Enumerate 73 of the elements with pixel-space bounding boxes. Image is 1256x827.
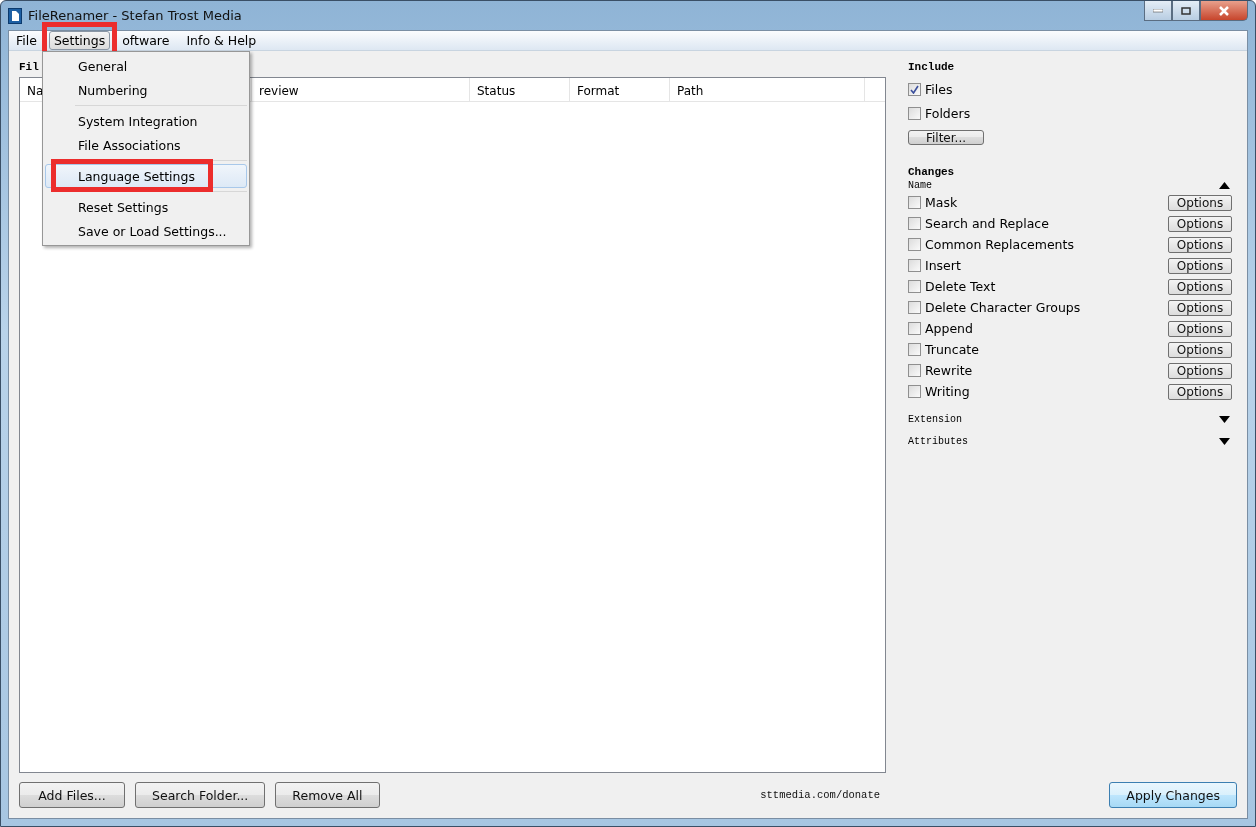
close-icon [1218,5,1230,16]
menu-entry[interactable]: File Associations [45,133,247,157]
options-button[interactable]: Options [1168,362,1232,379]
checkbox-label: Common Replacements [925,237,1074,252]
options-button[interactable]: Options [1168,299,1232,316]
column-header[interactable]: review [252,78,470,101]
toolbar-button[interactable]: Add Files... [19,782,125,808]
checkbox[interactable] [908,82,921,96]
menu-entry[interactable]: Reset Settings [45,195,247,219]
checkbox[interactable] [908,106,921,120]
donate-link[interactable]: sttmedia.com/donate [760,789,880,801]
options-button[interactable]: Options [1168,383,1232,400]
section-label: Extension [908,413,962,425]
checkbox[interactable] [908,259,921,272]
menu-entry[interactable]: General [45,54,247,78]
section-label: Attributes [908,435,968,447]
checkbox[interactable] [908,238,921,251]
window-title: FileRenamer - Stefan Trost Media [28,8,242,23]
apply-changes-button[interactable]: Apply Changes [1109,782,1237,808]
include-heading: Include [908,61,955,73]
maximize-icon [1181,6,1191,15]
checkbox[interactable] [908,280,921,293]
toolbar-button[interactable]: Search Folder... [135,782,266,808]
options-button[interactable]: Options [1168,236,1232,253]
section-header[interactable]: Extension [908,408,1237,430]
column-header[interactable]: Format [570,78,670,101]
minimize-icon [1153,8,1163,13]
close-button[interactable] [1200,1,1248,21]
options-button[interactable]: Options [1168,257,1232,274]
app-icon [8,7,22,24]
checkbox-label: Delete Character Groups [925,300,1081,315]
menu-item[interactable]: Settings [48,31,111,50]
menu-entry[interactable]: Save or Load Settings... [45,219,247,243]
checkbox[interactable] [908,217,921,230]
checkbox[interactable] [908,196,921,209]
files-heading: Fil [19,61,39,73]
options-button[interactable]: Options [1168,320,1232,337]
checkbox-label: Rewrite [925,363,973,378]
menu-entry[interactable]: System Integration [45,109,247,133]
minimize-button[interactable] [1144,1,1172,21]
section-header[interactable]: Attributes [908,430,1237,452]
maximize-button[interactable] [1172,1,1200,21]
column-header[interactable]: Status [470,78,570,101]
checkbox[interactable] [908,364,921,377]
menu-entry[interactable]: Numbering [45,78,247,102]
options-button[interactable]: Options [1168,341,1232,358]
checkbox-label: Folders [925,105,971,121]
menu-entry[interactable]: Language Settings [45,164,247,188]
toolbar-button[interactable]: Remove All [275,782,380,808]
menu-item[interactable]: oftware [117,31,175,50]
checkbox-label: Files [925,81,953,97]
menu-item[interactable]: Info & Help [181,31,262,50]
checkbox-label: Delete Text [925,279,996,294]
changes-heading: Changes [908,166,955,178]
column-header[interactable]: Path [670,78,865,101]
checkmark-icon [910,84,919,94]
checkbox-label: Append [925,321,973,336]
menu-item[interactable]: File [11,31,42,50]
options-button[interactable]: Options [1168,278,1232,295]
checkbox[interactable] [908,385,921,398]
checkbox-label: Mask [925,195,958,210]
options-button[interactable]: Options [1168,215,1232,232]
checkbox-label: Writing [925,384,970,399]
section-label: Name [908,179,932,191]
options-button[interactable]: Options [1168,194,1232,211]
checkbox-label: Truncate [925,342,979,357]
checkbox[interactable] [908,322,921,335]
section-header[interactable]: Name [908,178,1237,192]
checkbox-label: Insert [925,258,961,273]
checkbox[interactable] [908,343,921,356]
filter-button[interactable]: Filter... [908,130,984,145]
checkbox-label: Search and Replace [925,216,1049,231]
checkbox[interactable] [908,301,921,314]
